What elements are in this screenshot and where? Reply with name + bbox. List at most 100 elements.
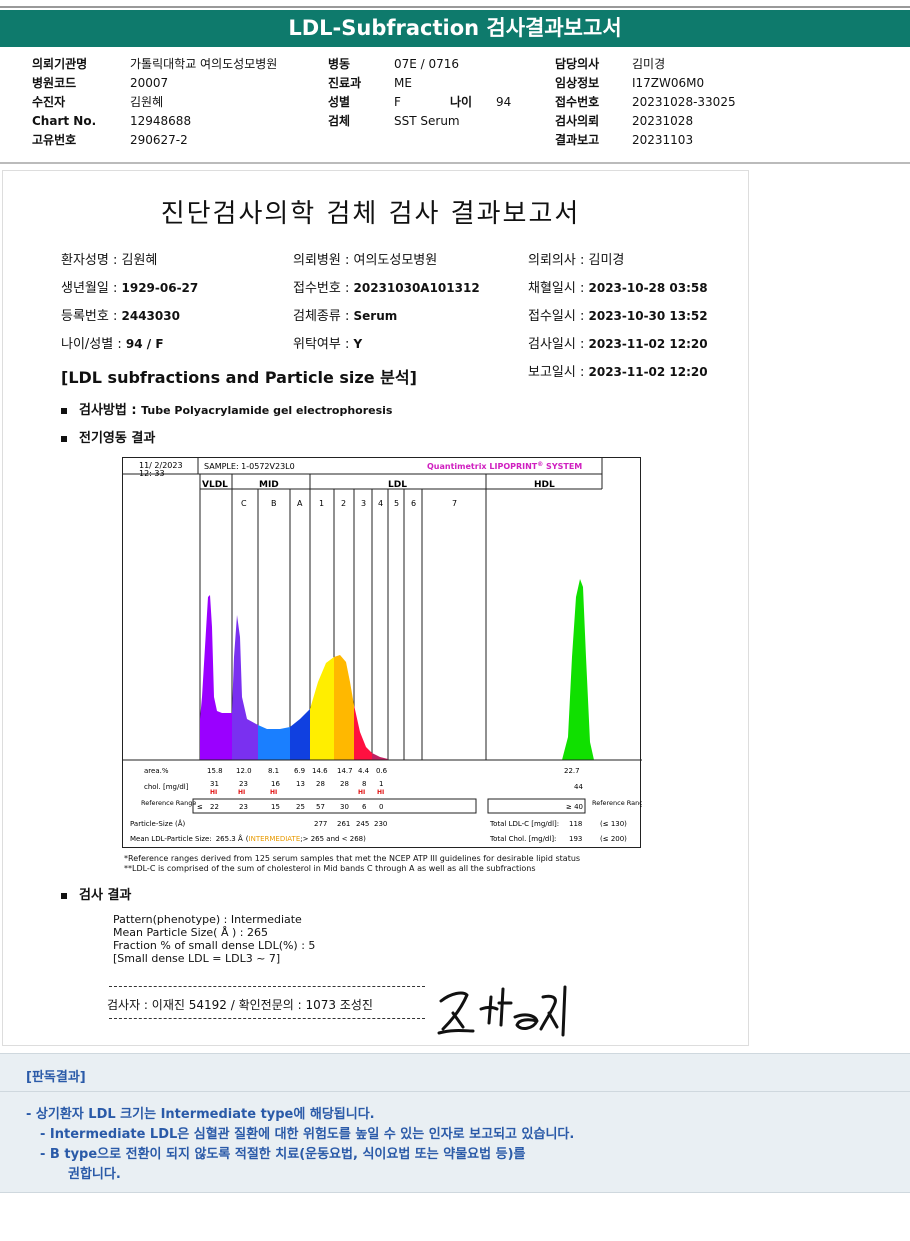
field-specimen: 검체종류 : Serum (293, 305, 397, 324)
field-tested: 검사일시 : 2023-11-02 12:20 (528, 333, 708, 352)
field-collected: 채혈일시 : 2023-10-28 03:58 (528, 277, 708, 296)
total-chol-value: 193 (569, 835, 582, 843)
band-5: 5 (394, 499, 399, 508)
info-label: 성별 (328, 95, 351, 109)
field-birthdate: 생년월일 : 1929-06-27 (61, 277, 198, 296)
info-value: 김미경 (632, 57, 666, 71)
field-label: 검사일시 : (528, 337, 589, 352)
interpretation-rule (0, 1091, 910, 1092)
area-ldl1: 14.6 (312, 767, 328, 775)
field-received: 접수일시 : 2023-10-30 13:52 (528, 305, 708, 324)
info-value: F (394, 95, 401, 109)
ref-ldl1: 57 (316, 803, 325, 811)
info-col1: 의뢰기관명 가톨릭대학교 여의도성모병원 병원코드 20007 수진자 김원혜 Cha… (32, 55, 277, 150)
area-ldl4: 0.6 (376, 767, 388, 775)
chol-ldl4: 1 (379, 780, 383, 788)
top-rule (0, 6, 910, 8)
info-value: SST Serum (394, 114, 460, 128)
field-patient-name: 환자성명 : 김원혜 (61, 249, 157, 268)
row-ref-label: Reference Range (141, 799, 196, 807)
ref-ldl3: 6 (362, 803, 367, 811)
info-value: 가톨릭대학교 여의도성모병원 (130, 57, 278, 71)
interpretation-line: - 상기환자 LDL 크기는 Intermediate type에 해당됩니다. (26, 1107, 375, 1122)
band-6: 6 (411, 499, 416, 508)
particle-ldl2: 261 (337, 820, 350, 828)
info-label: 병원코드 (32, 76, 77, 90)
field-value: 2023-11-02 12:20 (588, 337, 708, 351)
group-ldl: LDL (388, 480, 407, 490)
handwritten-signature (437, 985, 567, 1037)
field-value: 94 / F (125, 337, 164, 351)
field-reg-no: 등록번호 : 2443030 (61, 305, 180, 324)
chol-ldl3: 8 (362, 780, 366, 788)
area-ldl3: 4.4 (358, 767, 370, 775)
field-value: 2443030 (121, 309, 180, 323)
footnote: *Reference ranges derived from 125 serum… (124, 854, 581, 863)
field-label: 등록번호 : (61, 309, 122, 324)
info-label: 고유번호 (32, 133, 77, 147)
area-c: 12.0 (236, 767, 252, 775)
field-value: 김원혜 (121, 253, 158, 268)
group-mid: MID (259, 480, 279, 490)
field-value: Y (353, 337, 363, 351)
band-b: B (271, 499, 277, 508)
info-value: 12948688 (130, 114, 192, 128)
area-vldl: 15.8 (207, 767, 223, 775)
info-col3: 담당의사 김미경 임상정보 I17ZW06M0 접수번호 20231028-33025… (555, 55, 736, 150)
ref-ldl2: 30 (340, 803, 349, 811)
field-label: 보고일시 : (528, 365, 589, 380)
area-ldl2: 14.7 (337, 767, 353, 775)
info-value: 20007 (130, 76, 169, 90)
area-hdl: 22.7 (564, 767, 580, 775)
result-line: [Small dense LDL = LDL3 ~ 7] (113, 952, 281, 965)
signature-line: 검사자 : 이재진 54192 / 확인전문의 : 1073 조성진 (107, 998, 373, 1012)
hi-flag: HI (358, 789, 365, 796)
report-banner: LDL-Subfraction 검사결과보고서 (0, 10, 910, 47)
mean-value: 265.3 Å (216, 834, 243, 843)
section-heading: [LDL subfractions and Particle size 분석] (61, 368, 417, 387)
dash-rule (109, 986, 425, 987)
chol-vldl: 31 (210, 780, 219, 788)
field-value: 여의도성모병원 (353, 253, 438, 268)
band-4: 4 (378, 499, 383, 508)
result-heading-label: 검사 결과 (79, 888, 132, 903)
field-label: 접수일시 : (528, 309, 589, 324)
ref-c: 23 (239, 803, 248, 811)
chol-b: 16 (271, 780, 280, 788)
total-ldl-ref: (≤ 130) (600, 820, 627, 828)
ref-hdl: ≥ 40 (566, 803, 583, 811)
gel-sample: SAMPLE: 1-0572V23L0 (204, 462, 295, 471)
result-block: Pattern(phenotype) : Intermediate Mean P… (113, 913, 315, 965)
info-value: 290627-2 (130, 133, 188, 147)
field-value: 20231030A101312 (353, 281, 480, 295)
field-label: 검체종류 : (293, 309, 354, 324)
field-value: Serum (353, 309, 398, 323)
particle-ldl3: 245 (356, 820, 369, 828)
field-value: 2023-10-28 03:58 (588, 281, 708, 295)
info-label: 검사의뢰 (555, 114, 600, 128)
info-label: 임상정보 (555, 76, 600, 90)
hi-flag: HI (210, 789, 217, 796)
gel-brand: Quantimetrix LIPOPRINT® SYSTEM (427, 461, 582, 471)
field-label: 채혈일시 : (528, 281, 589, 296)
info-value: 20231103 (632, 133, 694, 147)
field-label: 위탁여부 : (293, 337, 354, 352)
ref-le: ≤ (197, 803, 203, 811)
footnote: **LDL-C is comprised of the sum of chole… (124, 864, 536, 873)
mean-rest: ;> 265 and < 268) (300, 835, 366, 843)
info-label: 검체 (328, 114, 351, 128)
info-label: 접수번호 (555, 95, 600, 109)
info-label: 의뢰기관명 (32, 57, 88, 71)
info-label: Chart No. (32, 114, 97, 128)
result-line: Pattern(phenotype) : Intermediate (113, 913, 302, 926)
info-value: I17ZW06M0 (632, 76, 705, 90)
info-label: 병동 (328, 57, 351, 71)
hi-flag: HI (377, 789, 384, 796)
field-outsourced: 위탁여부 : Y (293, 333, 362, 352)
chol-hdl: 44 (574, 783, 583, 791)
banner-title: LDL-Subfraction 검사결과보고서 (288, 16, 622, 40)
field-doctor: 의뢰의사 : 김미경 (528, 249, 624, 268)
peak-midband-b (258, 725, 290, 760)
hi-flag: HI (238, 789, 245, 796)
field-value: 김미경 (588, 253, 625, 268)
